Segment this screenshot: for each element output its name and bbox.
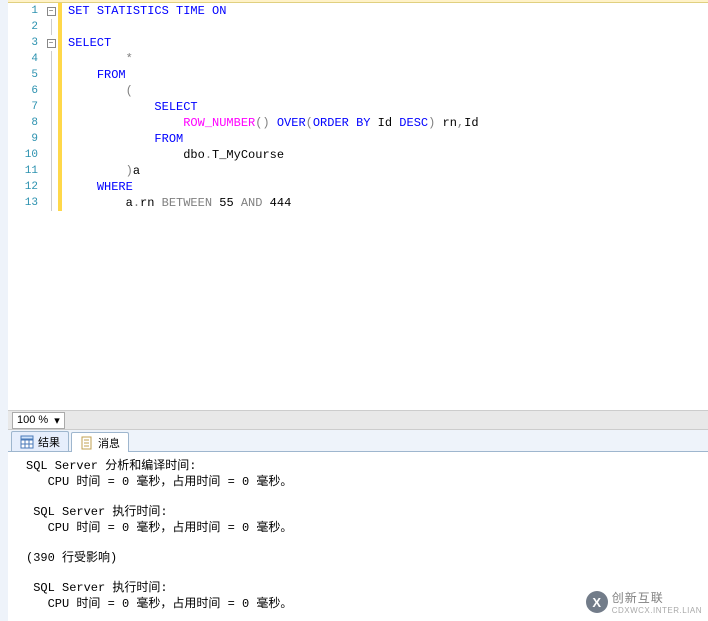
code-line[interactable]: 10 dbo.T_MyCourse	[8, 147, 708, 163]
message-line: CPU 时间 = 0 毫秒，占用时间 = 0 毫秒。	[26, 474, 706, 490]
code-text[interactable]	[62, 19, 68, 35]
line-number: 3	[8, 35, 44, 51]
code-text[interactable]: FROM	[62, 67, 126, 83]
code-text[interactable]: a.rn BETWEEN 55 AND 444	[62, 195, 291, 211]
code-line[interactable]: 7 SELECT	[8, 99, 708, 115]
watermark-logo-icon: X	[586, 591, 608, 613]
line-number: 2	[8, 19, 44, 35]
fold-gutter[interactable]	[44, 179, 58, 195]
code-line[interactable]: 11 )a	[8, 163, 708, 179]
fold-guide	[51, 51, 52, 67]
code-text[interactable]: *	[62, 51, 133, 67]
tab-messages[interactable]: 消息	[71, 432, 129, 452]
fold-gutter[interactable]	[44, 115, 58, 131]
code-text[interactable]: ROW_NUMBER() OVER(ORDER BY Id DESC) rn,I…	[62, 115, 479, 131]
code-text[interactable]: )a	[62, 163, 140, 179]
chevron-down-icon: ▾	[54, 414, 60, 427]
message-line: SQL Server 执行时间:	[26, 504, 706, 520]
fold-gutter[interactable]	[44, 99, 58, 115]
message-block: SQL Server 执行时间: CPU 时间 = 0 毫秒，占用时间 = 0 …	[26, 504, 706, 536]
results-tabs-bar: 结果 消息	[8, 430, 708, 452]
fold-collapse-icon[interactable]: −	[47, 7, 56, 16]
message-block: (390 行受影响)	[26, 550, 706, 566]
fold-gutter[interactable]	[44, 83, 58, 99]
fold-gutter[interactable]	[44, 147, 58, 163]
code-line[interactable]: 2	[8, 19, 708, 35]
tab-results-label: 结果	[38, 434, 60, 450]
code-text[interactable]: (	[62, 83, 133, 99]
line-number: 8	[8, 115, 44, 131]
code-text[interactable]: dbo.T_MyCourse	[62, 147, 284, 163]
fold-gutter[interactable]: −	[44, 3, 58, 19]
zoom-bar: 100 % ▾	[8, 410, 708, 430]
code-text[interactable]: WHERE	[62, 179, 133, 195]
fold-guide	[51, 67, 52, 83]
watermark-text-en: CDXWCX.INTER.LIAN	[612, 606, 702, 615]
code-text[interactable]: SET STATISTICS TIME ON	[62, 3, 226, 19]
document-icon	[80, 436, 94, 450]
fold-collapse-icon[interactable]: −	[47, 39, 56, 48]
tab-results[interactable]: 结果	[11, 431, 69, 451]
fold-gutter[interactable]	[44, 19, 58, 35]
fold-gutter[interactable]	[44, 131, 58, 147]
fold-gutter[interactable]	[44, 67, 58, 83]
code-editor[interactable]: 1−SET STATISTICS TIME ON23−SELECT4 *5 FR…	[8, 3, 708, 408]
code-text[interactable]: FROM	[62, 131, 183, 147]
code-line[interactable]: 9 FROM	[8, 131, 708, 147]
code-line[interactable]: 3−SELECT	[8, 35, 708, 51]
line-number: 9	[8, 131, 44, 147]
code-line[interactable]: 5 FROM	[8, 67, 708, 83]
line-number: 13	[8, 195, 44, 211]
zoom-value: 100 %	[17, 414, 48, 426]
grid-icon	[20, 435, 34, 449]
zoom-dropdown[interactable]: 100 % ▾	[12, 412, 65, 429]
line-number: 1	[8, 3, 44, 19]
line-number: 11	[8, 163, 44, 179]
watermark: X 创新互联 CDXWCX.INTER.LIAN	[586, 589, 702, 615]
fold-guide	[51, 163, 52, 179]
watermark-text-cn: 创新互联	[612, 589, 702, 606]
message-line: SQL Server 分析和编译时间:	[26, 458, 706, 474]
code-line[interactable]: 4 *	[8, 51, 708, 67]
fold-guide	[51, 131, 52, 147]
fold-guide	[51, 179, 52, 195]
tab-messages-label: 消息	[98, 435, 120, 451]
fold-gutter[interactable]: −	[44, 35, 58, 51]
fold-gutter[interactable]	[44, 51, 58, 67]
line-number: 4	[8, 51, 44, 67]
fold-guide	[51, 115, 52, 131]
code-line[interactable]: 6 (	[8, 83, 708, 99]
line-number: 12	[8, 179, 44, 195]
message-line: (390 行受影响)	[26, 550, 706, 566]
fold-gutter[interactable]	[44, 163, 58, 179]
message-line: CPU 时间 = 0 毫秒，占用时间 = 0 毫秒。	[26, 520, 706, 536]
line-number: 10	[8, 147, 44, 163]
fold-guide	[51, 195, 52, 211]
code-line[interactable]: 13 a.rn BETWEEN 55 AND 444	[8, 195, 708, 211]
code-text[interactable]: SELECT	[62, 35, 111, 51]
line-number: 6	[8, 83, 44, 99]
line-number: 5	[8, 67, 44, 83]
code-line[interactable]: 8 ROW_NUMBER() OVER(ORDER BY Id DESC) rn…	[8, 115, 708, 131]
code-line[interactable]: 12 WHERE	[8, 179, 708, 195]
fold-guide	[51, 147, 52, 163]
code-text[interactable]: SELECT	[62, 99, 198, 115]
code-line[interactable]: 1−SET STATISTICS TIME ON	[8, 3, 708, 19]
fold-guide	[51, 83, 52, 99]
fold-guide	[51, 19, 52, 35]
line-number: 7	[8, 99, 44, 115]
left-margin	[0, 0, 8, 621]
message-block: SQL Server 分析和编译时间: CPU 时间 = 0 毫秒，占用时间 =…	[26, 458, 706, 490]
fold-gutter[interactable]	[44, 195, 58, 211]
fold-guide	[51, 99, 52, 115]
